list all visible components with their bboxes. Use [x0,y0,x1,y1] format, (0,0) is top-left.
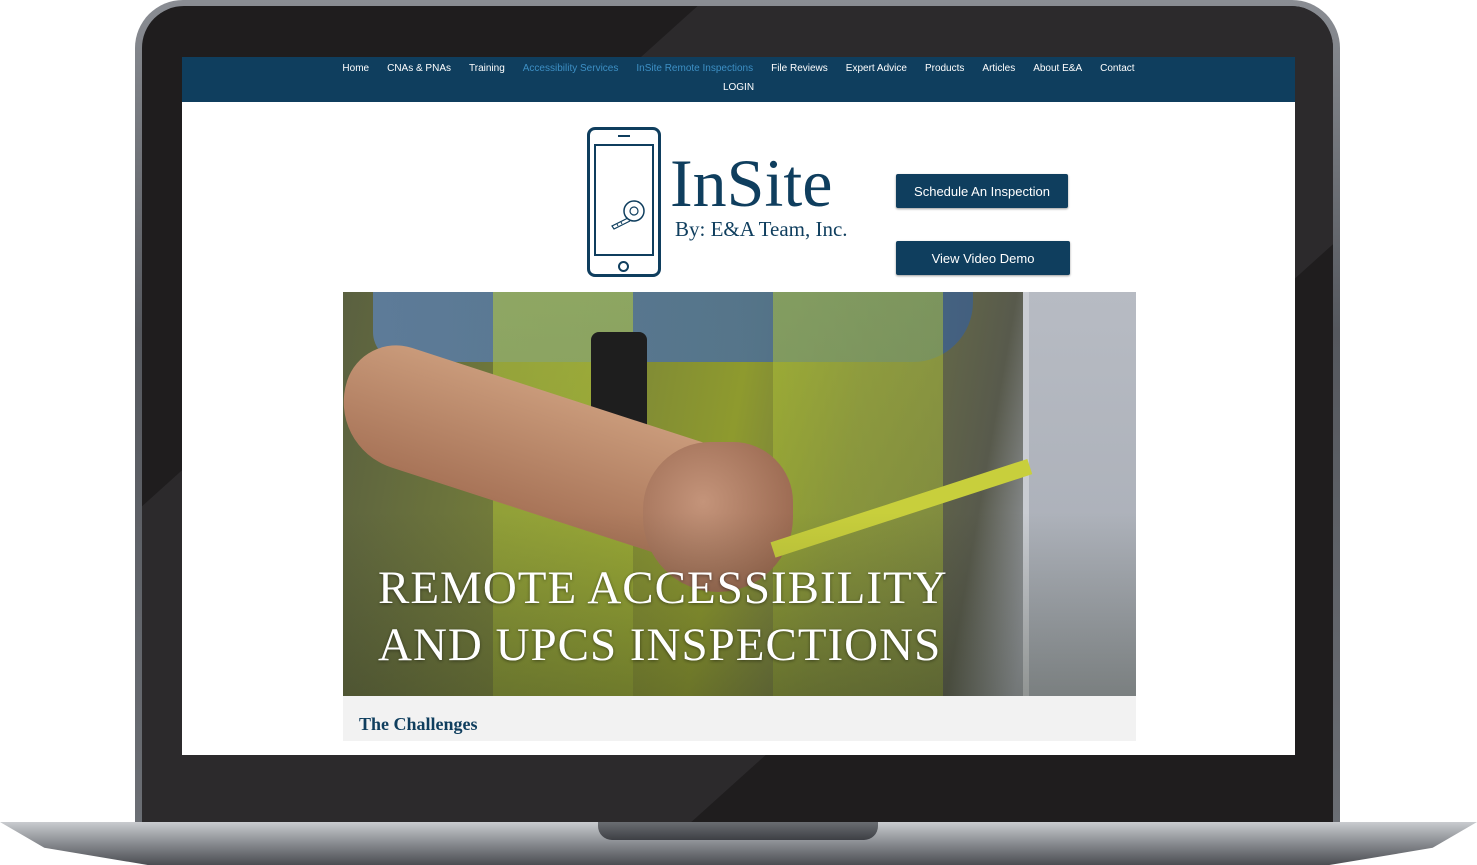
nav-expert-advice[interactable]: Expert Advice [846,63,907,74]
nav-about[interactable]: About E&A [1033,63,1082,74]
logo-title[interactable]: InSite [670,149,832,217]
hero-heading-line2: AND UPCS INSPECTIONS [378,619,942,671]
nav-row: Home CNAs & PNAs Training Accessibility … [182,63,1295,74]
challenges-section: The Challenges [343,696,1136,741]
nav-file-reviews[interactable]: File Reviews [771,63,828,74]
phone-screen [594,144,654,256]
nav-contact[interactable]: Contact [1100,63,1134,74]
phone-home-button [618,261,629,272]
phone-tape-measure-icon [587,127,661,277]
tape-measure-icon [611,200,645,230]
view-video-demo-button[interactable]: View Video Demo [896,241,1070,275]
laptop-hinge-notch [598,822,878,840]
hero-heading: REMOTE ACCESSIBILITY AND UPCS INSPECTION… [378,560,948,674]
nav-accessibility-services[interactable]: Accessibility Services [523,63,619,74]
schedule-inspection-button[interactable]: Schedule An Inspection [896,174,1068,208]
challenges-heading: The Challenges [359,714,478,734]
nav-products[interactable]: Products [925,63,964,74]
nav-insite-remote-inspections[interactable]: InSite Remote Inspections [636,63,753,74]
nav-articles[interactable]: Articles [982,63,1015,74]
nav-training[interactable]: Training [469,63,505,74]
nav-home[interactable]: Home [342,63,369,74]
phone-speaker [618,135,630,137]
hero-heading-line1: REMOTE ACCESSIBILITY [378,562,948,614]
logo-subtitle: By: E&A Team, Inc. [675,217,848,241]
nav-login[interactable]: LOGIN [723,82,754,93]
nav-cnas-pnas[interactable]: CNAs & PNAs [387,63,451,74]
top-navigation: Home CNAs & PNAs Training Accessibility … [182,57,1295,102]
website-screen: Home CNAs & PNAs Training Accessibility … [182,57,1295,755]
nav-row-secondary: LOGIN [182,82,1295,93]
hero-image: REMOTE ACCESSIBILITY AND UPCS INSPECTION… [343,292,1136,696]
